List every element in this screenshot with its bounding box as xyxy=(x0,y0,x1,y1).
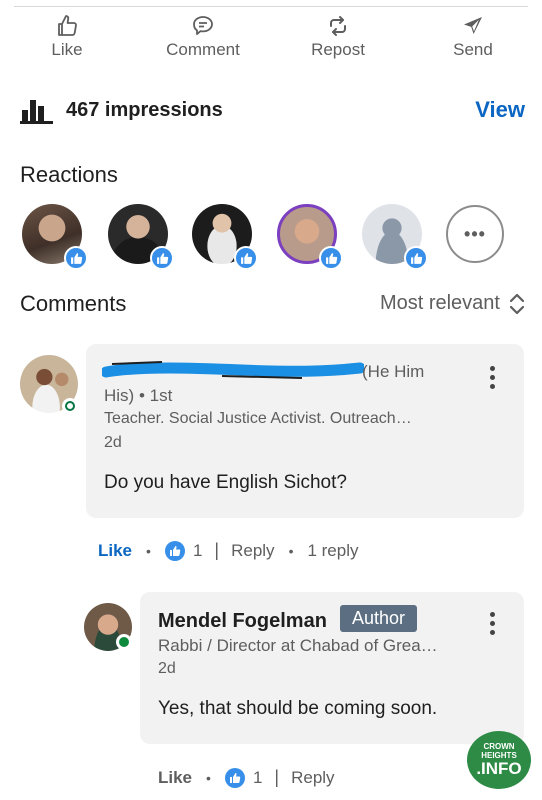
comment-bubble: (He Him His) • 1st Teacher. Social Justi… xyxy=(86,344,524,518)
send-label: Send xyxy=(453,40,493,59)
reactor-avatar[interactable] xyxy=(22,204,88,270)
view-analytics-link[interactable]: View xyxy=(475,97,525,123)
separator-dot: • xyxy=(146,542,151,559)
thumbs-up-icon xyxy=(325,252,337,264)
reply-text: Yes, that should be coming soon. xyxy=(158,698,438,719)
reply-reply-button[interactable]: Reply xyxy=(291,768,334,788)
reaction-like-badge xyxy=(150,246,174,270)
reaction-like-badge xyxy=(319,246,343,270)
like-reaction-icon xyxy=(224,767,245,788)
reply-like-button[interactable]: Like xyxy=(158,768,192,788)
repost-label: Repost xyxy=(311,40,365,59)
comment-text: Do you have English Sichot? xyxy=(104,472,347,493)
online-status-icon xyxy=(62,398,78,414)
repost-icon xyxy=(330,16,346,36)
like-label: Like xyxy=(51,40,83,59)
separator-dot: • xyxy=(288,542,294,559)
thumbs-up-icon xyxy=(410,252,422,264)
author-name[interactable]: Mendel Fogelman xyxy=(158,610,327,633)
reply-bubble: Mendel Fogelman Author Rabbi / Director … xyxy=(140,592,524,744)
chevron-up-down-icon xyxy=(509,293,525,314)
comment-icon xyxy=(193,16,213,35)
crownheights-watermark-logo: CROWN HEIGHTS .INFO xyxy=(467,731,531,789)
author-badge: Author xyxy=(340,605,418,632)
send-icon xyxy=(464,17,482,34)
separator-bar: | xyxy=(274,767,280,787)
reaction-like-badge xyxy=(234,246,258,270)
repost-button[interactable]: Repost xyxy=(283,14,393,60)
send-button[interactable]: Send xyxy=(418,14,528,60)
commenter-degree: His) • 1st xyxy=(104,386,173,405)
sort-dropdown[interactable]: Most relevant xyxy=(380,292,526,315)
thumbs-up-icon xyxy=(156,252,168,264)
commenter-pronouns: (He Him xyxy=(362,362,425,381)
more-options-icon[interactable] xyxy=(490,366,498,393)
reactor-avatar[interactable] xyxy=(108,204,174,270)
comment-button[interactable]: Comment xyxy=(148,14,258,60)
like-count[interactable]: 1 xyxy=(253,768,262,788)
impressions-count: 467 impressions xyxy=(66,99,223,121)
post-action-bar: Like Comment Repost Send xyxy=(0,14,542,66)
watermark-line: .INFO xyxy=(476,759,522,778)
reply-count-link[interactable]: 1 reply xyxy=(307,541,358,561)
commenter-headline: Teacher. Social Justice Activist. Outrea… xyxy=(104,410,412,427)
comment-like-button[interactable]: Like xyxy=(98,541,132,561)
thumbs-up-icon xyxy=(58,15,77,36)
watermark-line: CROWN xyxy=(483,742,515,751)
like-reaction-icon xyxy=(164,540,185,561)
separator-bar: | xyxy=(214,540,220,560)
reactor-avatar[interactable] xyxy=(277,204,343,270)
reactions-row: ••• xyxy=(22,204,522,270)
online-status-icon xyxy=(116,634,132,650)
comment-timestamp: 2d xyxy=(104,434,122,451)
like-count[interactable]: 1 xyxy=(193,541,202,561)
more-dots-icon: ••• xyxy=(464,223,486,244)
analytics-bars-icon xyxy=(20,100,53,124)
reactor-avatar[interactable] xyxy=(362,204,428,270)
comment-actions: Like • 1 | Reply • 1 reply xyxy=(98,540,359,561)
top-divider xyxy=(14,6,528,7)
comments-title: Comments xyxy=(20,291,127,316)
thumbs-up-icon xyxy=(70,252,82,264)
impressions-row: 467 impressions View xyxy=(20,97,525,126)
redacted-name-scribble xyxy=(102,361,364,379)
reaction-like-badge xyxy=(404,246,428,270)
reactor-avatar[interactable] xyxy=(192,204,258,270)
like-button[interactable]: Like xyxy=(12,14,122,60)
more-reactions-button[interactable]: ••• xyxy=(446,205,504,263)
sort-label: Most relevant xyxy=(379,292,500,314)
reply-actions: Like • 1 | Reply xyxy=(158,767,335,788)
author-headline: Rabbi / Director at Chabad of Grea… xyxy=(158,636,438,655)
reply-timestamp: 2d xyxy=(158,660,176,677)
thumbs-up-icon xyxy=(240,252,252,264)
reaction-like-badge xyxy=(64,246,88,270)
separator-dot: • xyxy=(206,769,211,786)
reactions-title: Reactions xyxy=(20,162,118,187)
comment-reply-button[interactable]: Reply xyxy=(231,541,274,561)
comment-label: Comment xyxy=(166,40,240,59)
more-options-icon[interactable] xyxy=(490,612,498,639)
